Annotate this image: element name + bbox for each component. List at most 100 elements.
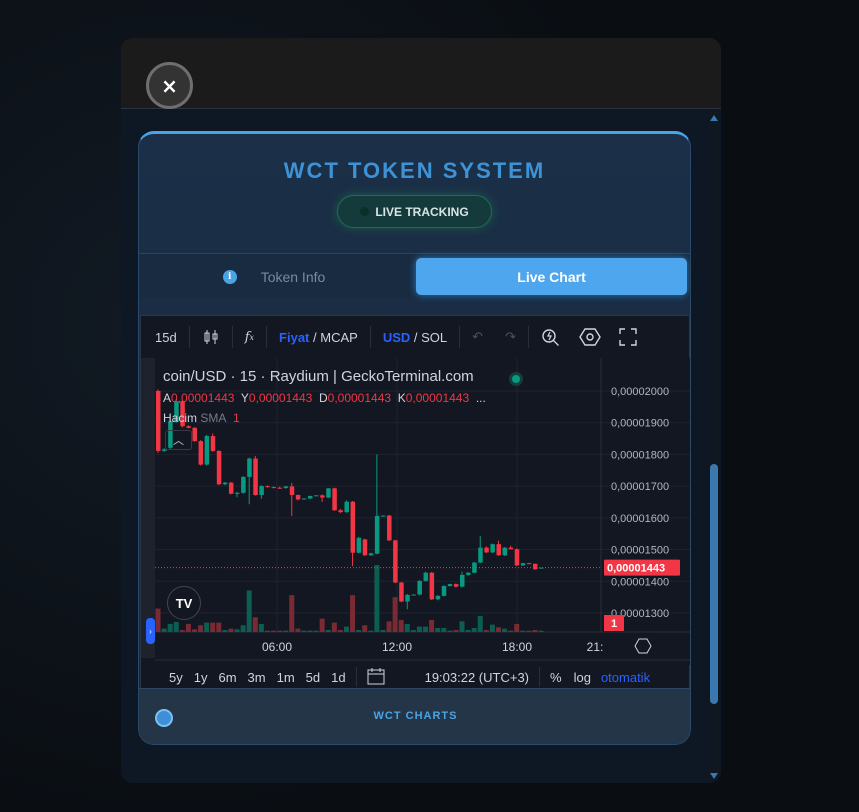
indicators-icon[interactable]: fx — [245, 330, 254, 345]
chart-widget: 15d fx Fiyat / MCAP USD / SOL ↶ ↷ 0,0000… — [140, 315, 690, 688]
chart-toolbar: 15d fx Fiyat / MCAP USD / SOL ↶ ↷ — [141, 316, 690, 358]
volume-bar — [477, 615, 483, 632]
last-price-label: 0,00001443 — [607, 563, 665, 575]
range-1m[interactable]: 1m — [277, 670, 295, 685]
candle-body — [265, 486, 270, 488]
range-6m[interactable]: 6m — [218, 670, 236, 685]
range-1d[interactable]: 1d — [331, 670, 345, 685]
price-option: Fiyat — [279, 329, 310, 345]
go-to-date-icon[interactable] — [367, 667, 385, 688]
candle-body — [399, 582, 404, 602]
volume-bar — [350, 595, 356, 632]
scroll-down-icon[interactable] — [710, 773, 718, 779]
range-3m[interactable]: 3m — [248, 670, 266, 685]
volume-bar — [313, 630, 319, 632]
volume-bar — [429, 619, 435, 632]
scroll-up-icon[interactable] — [710, 115, 718, 121]
volume-tag-label: 1 — [611, 618, 617, 630]
volume-bar — [271, 630, 277, 632]
symbol-legend[interactable]: coin/USD · 15 · Raydium | GeckoTerminal.… — [163, 368, 474, 385]
clock[interactable]: 19:03:22 (UTC+3) — [425, 670, 529, 685]
candle-body — [222, 482, 228, 485]
info-icon: i — [222, 269, 237, 284]
tab-live-chart[interactable]: Live Chart — [416, 258, 687, 295]
candle-body — [253, 458, 258, 496]
undo-icon[interactable]: ↶ — [472, 329, 483, 345]
range-1y[interactable]: 1y — [194, 670, 208, 685]
volume-bar — [441, 627, 447, 632]
scrollbar[interactable] — [708, 110, 720, 783]
divider — [459, 326, 461, 348]
candle-body — [259, 486, 264, 496]
low-key: D — [318, 391, 328, 405]
candle-body — [344, 501, 349, 513]
high-key: Y — [240, 391, 249, 405]
candle-body — [441, 586, 447, 596]
percent-toggle[interactable]: % — [550, 670, 562, 685]
close-value: 0,00001443 — [405, 391, 470, 405]
live-tracking-badge: LIVE TRACKING — [337, 195, 492, 228]
price-tick-label: 0,00001600 — [611, 513, 669, 525]
volume-bar — [483, 629, 489, 632]
range-5d[interactable]: 5d — [306, 670, 320, 685]
candle-body — [362, 539, 368, 556]
quick-search-icon[interactable] — [541, 327, 561, 347]
redo-icon[interactable]: ↷ — [505, 329, 516, 345]
modal: × WCT TOKEN SYSTEM LIVE TRACKING i Token … — [121, 38, 721, 783]
tab-label: Token Info — [260, 268, 326, 285]
time-tick-label: 21: — [587, 640, 604, 654]
auto-toggle[interactable]: otomatik — [601, 670, 650, 685]
volume-bar — [416, 626, 422, 632]
volume-bar — [410, 629, 416, 632]
volume-bar — [514, 623, 520, 632]
axis-settings-icon[interactable] — [634, 638, 652, 654]
candle-body — [198, 441, 204, 465]
candle-body — [235, 492, 240, 494]
volume-bar — [264, 630, 270, 632]
volume-bar — [179, 629, 185, 632]
range-5y[interactable]: 5y — [169, 670, 183, 685]
volume-bar — [538, 630, 544, 632]
log-toggle[interactable]: log — [574, 670, 591, 685]
fullscreen-icon[interactable] — [619, 328, 637, 346]
close-button[interactable]: × — [146, 62, 193, 109]
price-mcap-toggle[interactable]: Fiyat / MCAP — [279, 330, 358, 345]
volume-bar — [198, 625, 204, 632]
price-tick-label: 0,00002000 — [611, 386, 669, 398]
price-tick-label: 0,00001800 — [611, 449, 669, 461]
interval-button[interactable]: 15d — [155, 330, 177, 345]
expand-toolbar-button[interactable]: › — [146, 618, 155, 644]
tab-token-info[interactable]: i Token Info — [139, 254, 409, 299]
volume-legend: Hacim SMA 1 — [163, 411, 240, 425]
candle-body — [380, 515, 386, 517]
volume-bar — [380, 629, 386, 632]
candle-body — [514, 549, 520, 566]
volume-bar — [155, 608, 161, 632]
volume-bar — [495, 627, 501, 632]
volume-label: Hacim — [163, 411, 198, 425]
candle-body — [447, 584, 453, 587]
candle-type-icon[interactable] — [202, 328, 220, 346]
candle-body — [332, 488, 337, 511]
volume-bar — [526, 630, 532, 632]
volume-bar — [228, 628, 234, 632]
currency-toggle[interactable]: USD / SOL — [383, 330, 447, 345]
candle-body — [314, 495, 319, 497]
usd-option: USD — [382, 329, 411, 345]
candle-body — [490, 544, 495, 553]
volume-bar — [331, 622, 337, 632]
tradingview-logo[interactable]: TV — [167, 586, 201, 620]
volume-bar — [471, 627, 477, 632]
status-dot-icon — [360, 207, 370, 216]
volume-bar — [210, 622, 216, 632]
volume-bar — [362, 625, 368, 632]
chart-area[interactable]: 0,00002000 0,00001900 0,00001800 0,00001700… — [141, 358, 690, 665]
more-button[interactable]: ... — [476, 391, 486, 405]
candle-body — [186, 426, 191, 428]
candle-body — [289, 486, 295, 496]
volume-bar — [386, 621, 392, 632]
collapse-legend-button[interactable]: ︿ — [165, 430, 192, 450]
scrollbar-thumb[interactable] — [710, 464, 718, 704]
settings-icon[interactable] — [579, 327, 601, 347]
volume-bar — [532, 629, 538, 632]
